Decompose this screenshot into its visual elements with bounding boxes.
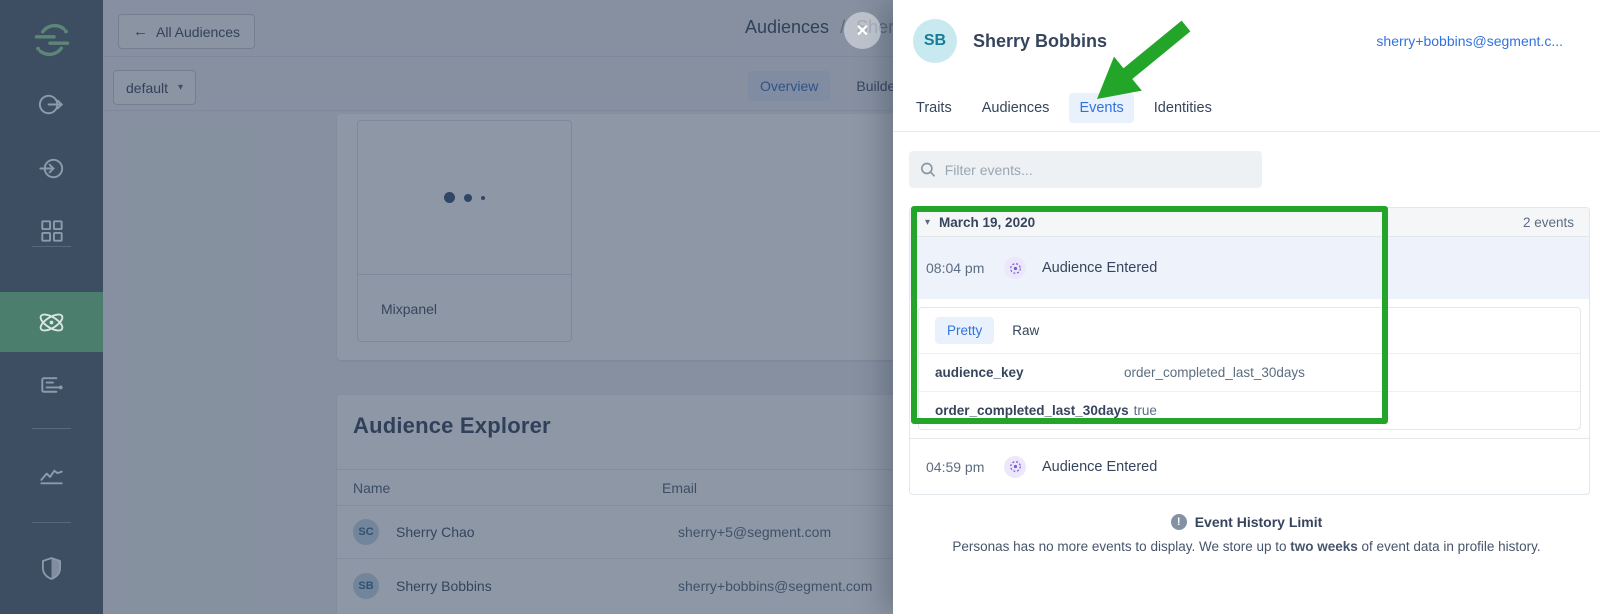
audience-target-icon	[1004, 456, 1026, 478]
segment-logo[interactable]	[0, 10, 103, 70]
sidebar-item-sources[interactable]	[0, 74, 103, 134]
event-history-limit-notice: ! Event History Limit Personas has no mo…	[893, 514, 1600, 554]
event-count-badge: 2 events	[1523, 215, 1574, 230]
notice-body-bold: two weeks	[1290, 539, 1358, 554]
notice-body: Personas has no more events to display. …	[893, 539, 1600, 554]
grid-icon	[36, 215, 67, 246]
tab-identities[interactable]: Identities	[1144, 93, 1222, 123]
event-date-group-header[interactable]: ▾ March 19, 2020 2 events	[910, 208, 1589, 237]
tab-pretty[interactable]: Pretty	[935, 317, 994, 344]
tab-raw[interactable]: Raw	[1012, 323, 1039, 338]
profile-name: Sherry Bobbins	[973, 31, 1107, 52]
profile-avatar: SB	[913, 19, 957, 63]
event-name: Audience Entered	[1042, 459, 1157, 475]
search-icon	[920, 161, 936, 178]
sidebar-item-analytics[interactable]	[0, 446, 103, 506]
destination-arrow-in-icon	[36, 153, 67, 184]
property-row: audience_key order_completed_last_30days	[919, 354, 1580, 391]
notice-title: Event History Limit	[1195, 514, 1323, 530]
exclamation-icon: !	[1171, 514, 1187, 530]
property-value: order_completed_last_30days	[1124, 365, 1305, 380]
tab-traits[interactable]: Traits	[906, 93, 962, 123]
notice-body-prefix: Personas has no more events to display. …	[952, 539, 1290, 554]
property-key: order_completed_last_30days	[935, 403, 1129, 418]
segment-logo-icon	[31, 19, 73, 61]
app-sidebar	[0, 0, 103, 614]
atom-icon	[35, 306, 68, 339]
shield-icon	[37, 554, 66, 583]
sidebar-divider	[32, 428, 71, 429]
property-value: true	[1134, 403, 1157, 418]
sidebar-divider	[32, 522, 71, 523]
close-icon: ✕	[856, 21, 869, 41]
property-key: audience_key	[935, 365, 1119, 380]
event-time: 04:59 pm	[926, 459, 998, 475]
filter-events-box	[909, 151, 1262, 188]
notice-title-row: ! Event History Limit	[893, 514, 1600, 530]
sidebar-item-privacy[interactable]	[0, 538, 103, 598]
collapse-caret-icon[interactable]: ▾	[925, 217, 930, 228]
tab-events[interactable]: Events	[1069, 93, 1133, 123]
modal-dim-overlay	[103, 0, 893, 614]
sidebar-item-destinations[interactable]	[0, 138, 103, 198]
property-row: order_completed_last_30days true	[919, 391, 1580, 429]
event-row[interactable]: 04:59 pm Audience Entered	[910, 438, 1589, 494]
profile-panel: SB Sherry Bobbins sherry+bobbins@segment…	[893, 0, 1600, 614]
sidebar-item-journeys[interactable]	[0, 354, 103, 414]
sidebar-item-catalog[interactable]	[0, 200, 103, 260]
sidebar-divider	[32, 246, 71, 247]
event-detail-card: Pretty Raw audience_key order_completed_…	[918, 307, 1581, 430]
notice-body-suffix: of event data in profile history.	[1358, 539, 1541, 554]
profile-tabs: Traits Audiences Events Identities	[906, 93, 1222, 123]
event-row-expanded[interactable]: 08:04 pm Audience Entered	[910, 237, 1589, 299]
source-arrow-out-icon	[36, 89, 67, 120]
tab-audiences[interactable]: Audiences	[972, 93, 1060, 123]
tabs-divider	[893, 131, 1600, 132]
close-panel-button[interactable]: ✕	[844, 12, 881, 49]
event-time: 08:04 pm	[926, 260, 998, 276]
filter-events-input[interactable]	[945, 162, 1251, 178]
flow-box-icon	[36, 369, 67, 400]
events-list-card: ▾ March 19, 2020 2 events 08:04 pm Audie…	[909, 207, 1590, 495]
profile-email-link[interactable]: sherry+bobbins@segment.c...	[1376, 33, 1563, 49]
sidebar-item-personas[interactable]	[0, 292, 103, 352]
detail-view-tabs: Pretty Raw	[919, 308, 1580, 354]
audience-target-icon	[1004, 257, 1026, 279]
event-name: Audience Entered	[1042, 260, 1157, 276]
event-date: March 19, 2020	[939, 215, 1035, 230]
event-detail-section: Pretty Raw audience_key order_completed_…	[910, 299, 1589, 438]
line-chart-icon	[36, 461, 67, 492]
